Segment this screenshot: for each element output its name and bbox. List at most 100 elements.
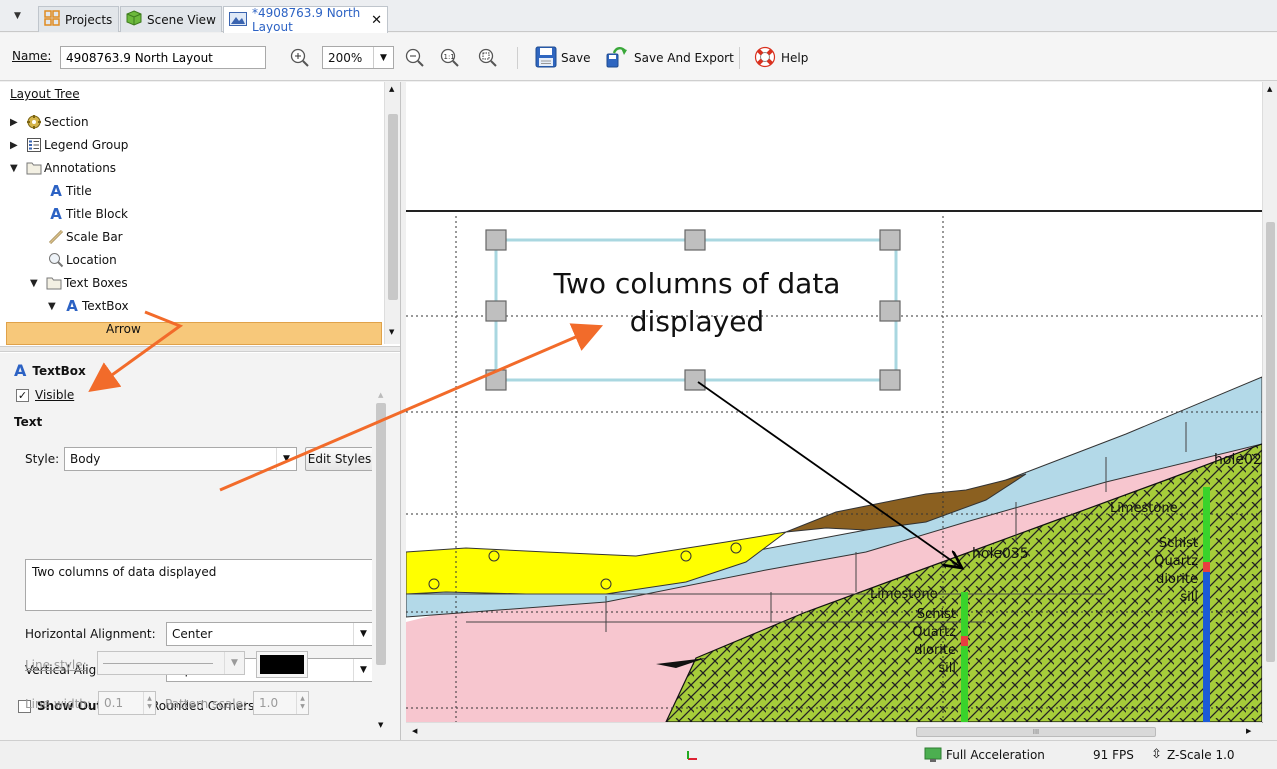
lithology-labels-b: Schist Quartz diorite sill: [1138, 535, 1198, 607]
tree-item-section[interactable]: ▶ Section: [10, 111, 89, 133]
tree-item-annotations[interactable]: ▼ Annotations: [10, 157, 116, 179]
status-bar: Full Acceleration 91 FPS ⇳ Z-Scale 1.0: [0, 740, 1277, 769]
expand-arrow-icon[interactable]: ▶: [10, 140, 24, 151]
line-color-swatch[interactable]: [256, 651, 308, 678]
zoom-actual-size-icon[interactable]: 1:1: [440, 45, 460, 71]
name-label: Name:: [12, 49, 52, 63]
layout-canvas[interactable]: Two columns of data displayed hole035 ho…: [406, 82, 1277, 740]
scroll-left-icon[interactable]: ◀: [412, 727, 417, 735]
scroll-up-icon[interactable]: ▲: [378, 391, 383, 399]
tab-north-layout[interactable]: *4908763.9 North Layout ✕: [223, 6, 388, 34]
expand-arrow-icon[interactable]: ▶: [10, 117, 24, 128]
canvas-vertical-scrollbar[interactable]: ▲: [1262, 82, 1277, 722]
textbox-line-2: displayed: [629, 305, 765, 338]
scroll-right-icon[interactable]: ▶: [1246, 727, 1251, 735]
tree-item-label: Annotations: [44, 161, 117, 175]
cube-icon: [126, 10, 142, 29]
tree-item-title-block[interactable]: A Title Block: [46, 203, 128, 225]
tree-item-location[interactable]: Location: [46, 249, 117, 271]
drillhole-interval-blue: [1203, 572, 1210, 722]
scroll-thumb[interactable]: III: [916, 727, 1156, 737]
save-and-export-button[interactable]: Save And Export: [604, 45, 734, 71]
folder-icon: [44, 276, 64, 290]
collapse-arrow-icon[interactable]: ▼: [10, 163, 24, 174]
scroll-up-icon[interactable]: ▲: [1267, 85, 1272, 93]
quartz-label: Quartz: [1154, 554, 1198, 569]
pattern-scale-label: Pattern scale:: [165, 697, 247, 711]
scroll-up-icon[interactable]: ▲: [389, 85, 394, 93]
visible-checkbox[interactable]: ✓ Visible: [16, 388, 74, 402]
help-button[interactable]: Help: [754, 45, 808, 71]
schist-label: Schist: [916, 607, 956, 622]
pattern-scale-spinner[interactable]: 1.0 ▲ ▼: [253, 691, 309, 715]
chevron-down-icon: ▼: [353, 659, 373, 681]
panel-splitter[interactable]: [0, 346, 400, 352]
tree-item-arrow[interactable]: Arrow: [106, 318, 141, 340]
z-scale-icon[interactable]: ⇳: [1151, 747, 1162, 762]
tree-item-label: Arrow: [106, 322, 141, 336]
scroll-thumb[interactable]: [388, 114, 398, 300]
layout-icon: [229, 11, 247, 29]
tab-scene-view[interactable]: Scene View: [120, 6, 222, 32]
zoom-fit-icon[interactable]: [478, 45, 498, 71]
collapse-arrow-icon[interactable]: ▼: [48, 301, 62, 312]
legend-icon: [24, 137, 44, 153]
textbox-content[interactable]: Two columns of data displayed: [502, 265, 892, 341]
tab-menu-chevron-icon[interactable]: ▼: [14, 11, 21, 21]
lithology-labels-a: Schist Quartz diorite sill: [896, 606, 956, 678]
tab-projects[interactable]: Projects: [38, 6, 119, 32]
canvas-horizontal-scrollbar[interactable]: ◀ III ▶: [406, 722, 1262, 740]
tree-item-label: Section: [44, 115, 89, 129]
zoom-select[interactable]: 200% ▼: [322, 46, 394, 69]
axis-icon: [686, 749, 698, 764]
scroll-down-icon[interactable]: ▼: [378, 721, 383, 729]
tab-north-layout-label: *4908763.9 North Layout: [252, 6, 361, 34]
name-input[interactable]: [60, 46, 266, 69]
color-fill: [260, 655, 304, 674]
tree-item-text-boxes[interactable]: ▼ Text Boxes: [30, 272, 128, 294]
scroll-thumb[interactable]: [376, 403, 386, 665]
tree-item-scale-bar[interactable]: Scale Bar: [46, 226, 123, 248]
horizontal-alignment-value: Center: [172, 627, 213, 641]
horizontal-alignment-select[interactable]: Center ▼: [166, 622, 374, 646]
save-label: Save: [561, 51, 591, 65]
limestone-label-b: Limestone: [1110, 501, 1178, 516]
tree-item-textbox[interactable]: ▼ A TextBox: [48, 295, 129, 317]
line-width-spinner[interactable]: 0.1 ▲ ▼: [98, 691, 156, 715]
z-scale-status[interactable]: Z-Scale 1.0: [1167, 748, 1235, 762]
ruler-icon: [46, 229, 66, 245]
tree-item-label: Location: [66, 253, 117, 267]
spinner-arrows-icon: ▲ ▼: [143, 692, 155, 714]
line-style-label: Line style:: [25, 658, 87, 672]
text-content-field[interactable]: Two columns of data displayed: [25, 559, 374, 611]
tree-scrollbar[interactable]: ▲ ▼: [384, 82, 400, 344]
zoom-value: 200%: [328, 50, 363, 65]
line-style-select[interactable]: ▼: [97, 651, 245, 675]
tree-item-legend-group[interactable]: ▶ Legend Group: [10, 134, 128, 156]
properties-scrollbar[interactable]: ▲ ▼: [372, 387, 390, 737]
zoom-in-icon[interactable]: [290, 45, 310, 71]
tree-item-title[interactable]: A Title: [46, 180, 92, 202]
scroll-down-icon[interactable]: ▼: [389, 328, 394, 336]
save-button[interactable]: Save: [535, 45, 590, 71]
style-select[interactable]: Body ▼: [64, 447, 297, 471]
svg-text:1:1: 1:1: [444, 53, 455, 61]
zoom-out-icon[interactable]: [405, 45, 425, 71]
edit-styles-button[interactable]: Edit Styles: [305, 447, 374, 471]
line-width-label: Line width:: [25, 697, 91, 711]
tree-item-label: Scale Bar: [66, 230, 123, 244]
layout-tree: ▶ Section ▶ Legend Group ▼ Annotations A…: [0, 106, 384, 345]
magnifier-icon: [46, 252, 66, 268]
quartz-label: Quartz: [912, 625, 956, 640]
limestone-label-a: Limestone: [870, 587, 938, 602]
textbox-line-1: Two columns of data: [553, 267, 841, 300]
drillhole-interval: [961, 636, 968, 646]
close-tab-icon[interactable]: ✕: [371, 13, 382, 28]
tree-item-label: Legend Group: [44, 138, 129, 152]
drillhole-interval: [1203, 562, 1210, 572]
diorite-label: diorite: [914, 643, 956, 658]
scroll-thumb[interactable]: [1266, 222, 1275, 662]
collapse-arrow-icon[interactable]: ▼: [30, 278, 44, 289]
tree-item-label: TextBox: [82, 299, 129, 313]
toolbar-separator: [517, 47, 518, 69]
